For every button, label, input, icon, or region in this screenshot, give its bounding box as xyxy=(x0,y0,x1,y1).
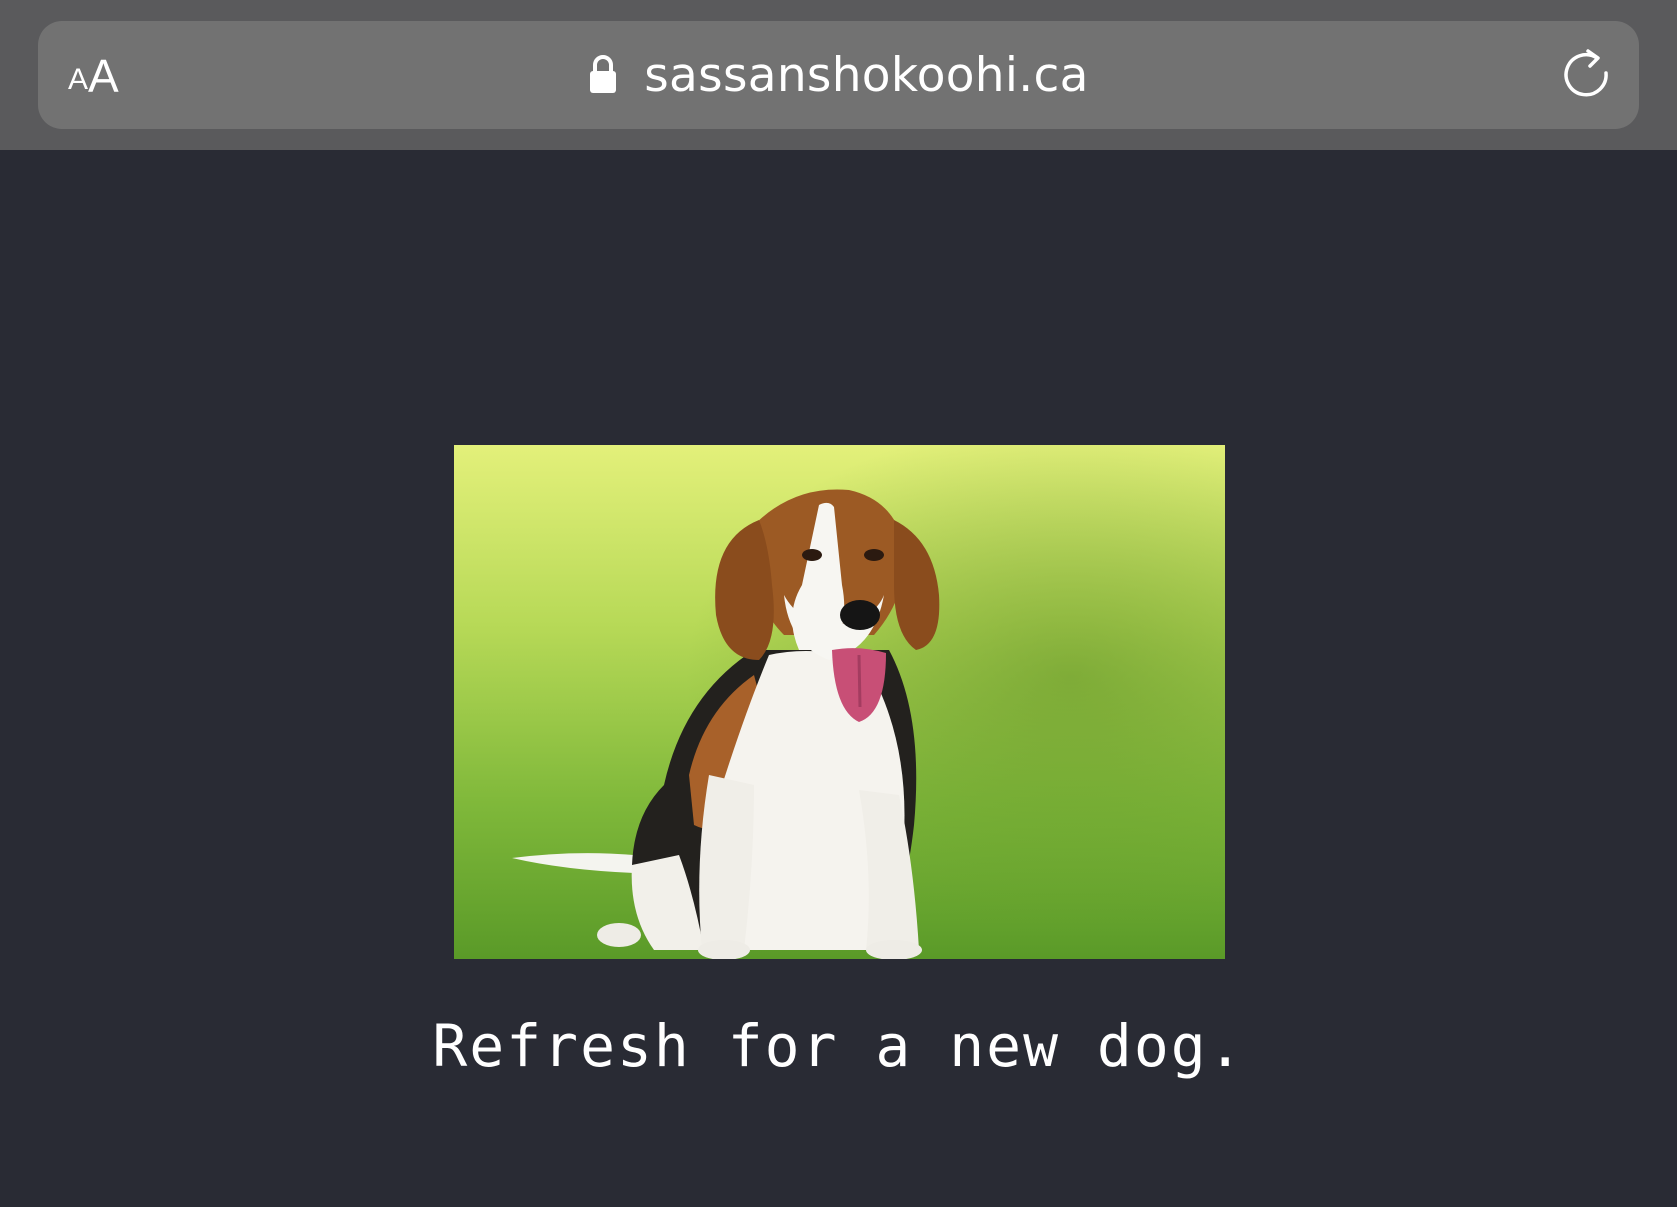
reload-icon[interactable] xyxy=(1561,49,1613,101)
dog-photo xyxy=(454,445,1225,959)
browser-toolbar: A A sassanshokoohi.ca xyxy=(0,0,1677,150)
url-display[interactable]: sassanshokoohi.ca xyxy=(38,21,1639,129)
refresh-caption: Refresh for a new dog. xyxy=(432,1012,1245,1080)
url-text: sassanshokoohi.ca xyxy=(644,47,1089,103)
lock-icon xyxy=(590,55,617,93)
address-bar[interactable]: A A sassanshokoohi.ca xyxy=(38,21,1639,129)
